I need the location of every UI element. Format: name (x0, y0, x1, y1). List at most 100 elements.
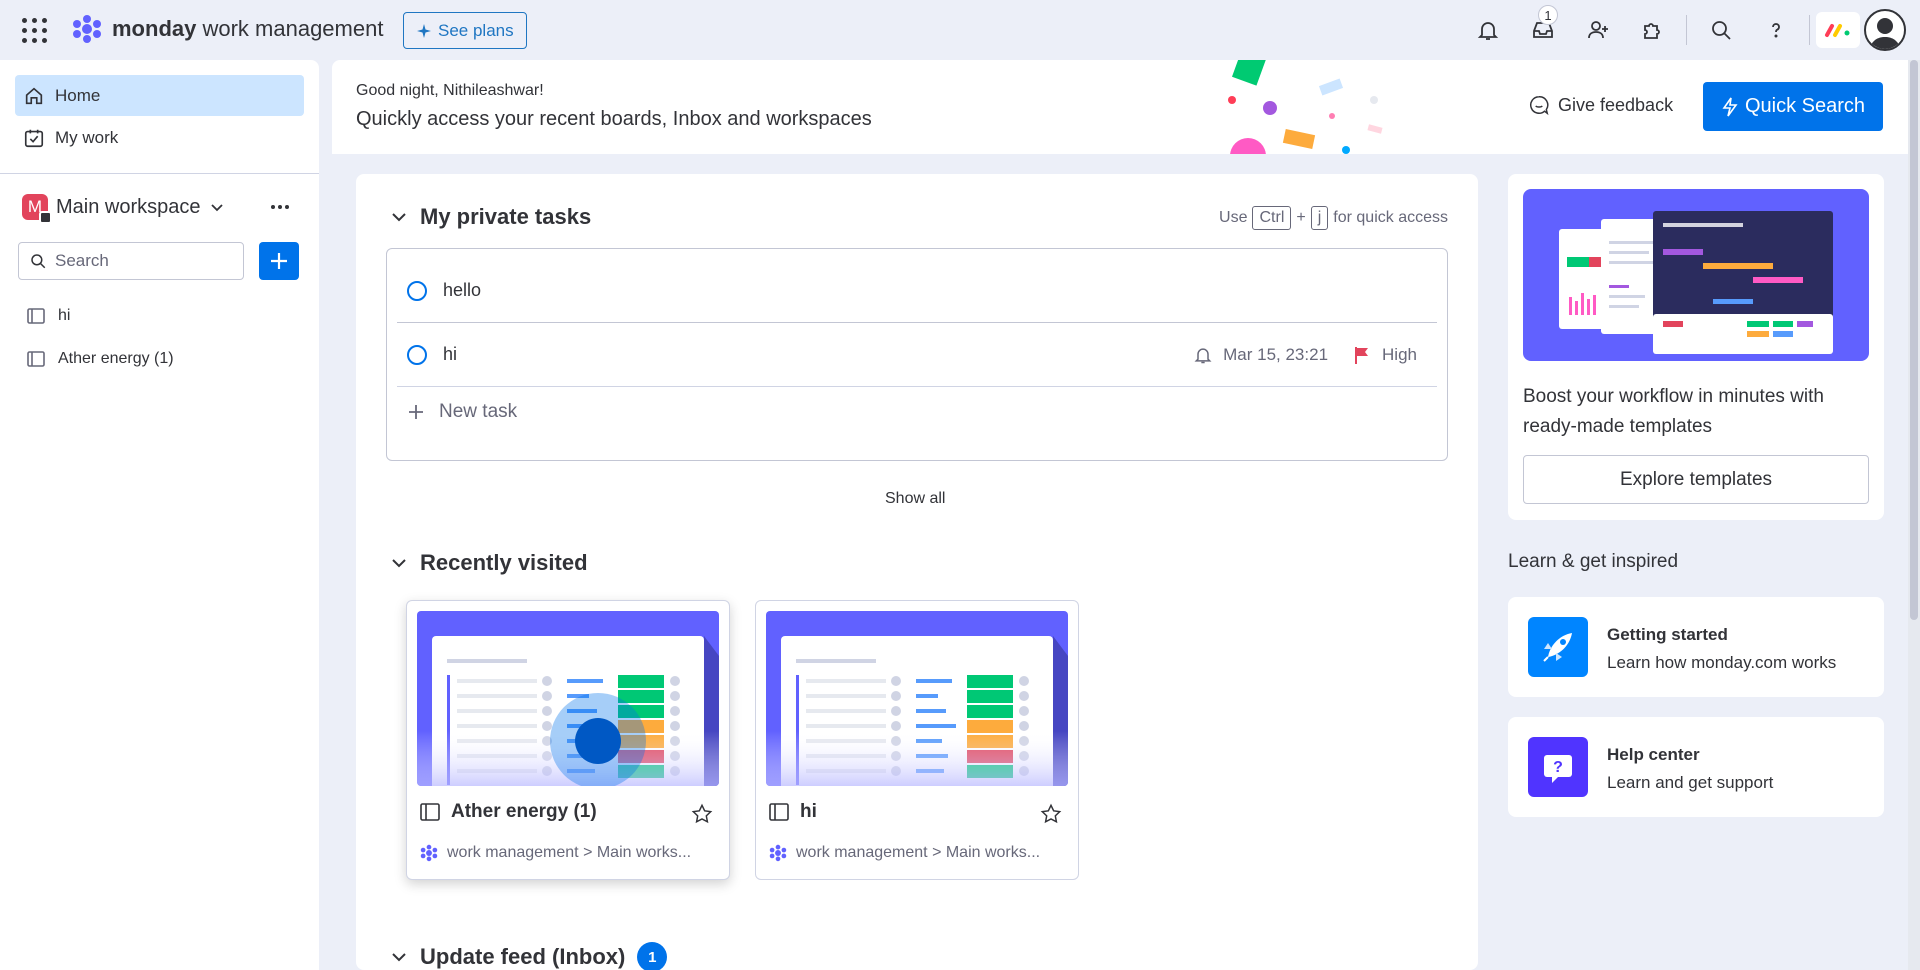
sidebar-divider (0, 173, 319, 174)
board-preview-image (417, 636, 719, 786)
learn-section-title: Learn & get inspired (1508, 551, 1679, 572)
greeting-text: Good night, Nithileashwar! (356, 82, 544, 99)
scrollbar-thumb[interactable] (1910, 60, 1918, 620)
sidebar-item-label: Home (55, 85, 101, 105)
recent-board-name: Ather energy (1) (419, 801, 597, 823)
integrations-button[interactable] (1625, 0, 1680, 60)
add-item-button[interactable] (259, 242, 299, 280)
help-button[interactable] (1748, 0, 1803, 60)
see-plans-button[interactable]: See plans (403, 12, 527, 49)
favorite-star-icon[interactable] (1040, 803, 1062, 825)
board-preview-image (766, 636, 1068, 786)
flag-icon (1355, 346, 1369, 364)
see-plans-label: See plans (438, 20, 514, 40)
chevron-down-icon (392, 559, 406, 568)
learn-card-title: Help center (1607, 745, 1700, 764)
update-feed-header[interactable]: Update feed (Inbox) 1 (390, 942, 668, 970)
sidebar: Home My work M Main workspace hi Ather e… (0, 60, 319, 970)
sidebar-item-my-work[interactable]: My work (15, 117, 304, 158)
inbox-count-badge: 1 (1538, 5, 1558, 25)
task-name: hi (443, 344, 458, 364)
kbd-j: j (1310, 206, 1329, 230)
sidebar-search (18, 242, 244, 280)
greeting-subtitle: Quickly access your recent boards, Inbox… (356, 108, 872, 130)
help-icon (1771, 23, 1780, 38)
give-feedback-label: Give feedback (1558, 94, 1674, 115)
chevron-down-icon (392, 213, 406, 222)
task-complete-checkbox[interactable] (407, 344, 427, 365)
show-all-button[interactable]: Show all (885, 490, 945, 508)
task-row[interactable]: hello (397, 259, 1437, 322)
templates-preview (1523, 189, 1869, 361)
user-avatar-icon (1869, 18, 1901, 49)
home-icon (25, 87, 43, 104)
add-user-icon (1587, 21, 1608, 39)
sidebar-board-ather-energy[interactable]: Ather energy (1) (26, 343, 174, 375)
brand-name: monday work management (112, 16, 384, 41)
recent-board-name: hi (768, 801, 817, 823)
rocket-icon (1528, 617, 1588, 677)
new-task-button[interactable]: New task (407, 401, 517, 423)
top-bar: monday work management See plans 1 (0, 0, 1920, 60)
workspace-more-button[interactable] (267, 194, 293, 220)
confetti-decoration (1228, 60, 1383, 154)
top-divider (1686, 15, 1687, 45)
svg-text:?: ? (1553, 759, 1563, 776)
sidebar-board-label: hi (58, 307, 71, 324)
brand-logo[interactable]: monday work management (70, 14, 383, 44)
sparkle-icon (417, 23, 431, 38)
puzzle-icon (1643, 23, 1660, 39)
templates-preview-image (1559, 211, 1833, 354)
inbox-button[interactable]: 1 (1515, 0, 1570, 60)
recent-board-card-hi[interactable]: hi work management > Main works... (755, 600, 1079, 880)
getting-started-card[interactable]: Getting started Learn how monday.com wor… (1508, 597, 1884, 697)
sidebar-board-hi[interactable]: hi (26, 300, 70, 332)
help-center-card[interactable]: ? Help center Learn and get support (1508, 717, 1884, 817)
top-divider-2 (1809, 15, 1810, 45)
monday-logo-icon (420, 844, 438, 862)
private-tasks-header[interactable]: My private tasks (390, 204, 591, 230)
board-icon (27, 308, 45, 324)
search-icon (1711, 21, 1731, 40)
search-button[interactable] (1693, 0, 1748, 60)
main-content-card: My private tasks Use Ctrl + j for quick … (356, 174, 1478, 970)
board-thumbnail (417, 611, 719, 786)
product-switcher-button[interactable] (1816, 12, 1860, 48)
invite-members-button[interactable] (1570, 0, 1625, 60)
task-complete-checkbox[interactable] (407, 280, 427, 301)
sidebar-item-home[interactable]: Home (15, 75, 304, 116)
update-feed-count-badge: 1 (637, 942, 668, 970)
give-feedback-button[interactable]: Give feedback (1528, 94, 1673, 116)
workspace-avatar: M (22, 194, 52, 224)
recent-board-path: work management > Main works... (419, 843, 691, 863)
recently-visited-header[interactable]: Recently visited (390, 550, 588, 576)
recent-board-card-ather-energy[interactable]: Ather energy (1) work management > Main … (406, 600, 730, 880)
quick-search-button[interactable]: Quick Search (1703, 82, 1883, 131)
plus-icon (271, 253, 287, 269)
board-icon (769, 803, 789, 821)
calendar-check-icon (24, 129, 44, 147)
monday-brand-icon (1825, 24, 1850, 37)
favorite-star-icon[interactable] (691, 803, 713, 825)
apps-grid-icon[interactable] (22, 18, 48, 44)
chevron-down-icon (392, 953, 406, 962)
feedback-smile-icon (1530, 96, 1549, 116)
notifications-button[interactable] (1460, 0, 1515, 60)
templates-description: Boost your workflow in minutes with read… (1523, 386, 1824, 437)
workspace-selector[interactable]: M Main workspace (22, 190, 225, 224)
plus-icon (409, 405, 423, 419)
user-avatar[interactable] (1864, 9, 1906, 51)
task-row[interactable]: hi Mar 15, 23:21 High (397, 323, 1437, 386)
monday-logo-icon (769, 844, 787, 862)
private-tasks-list: hello hi Mar 15, 23:21 High New task (386, 248, 1448, 461)
section-title: Recently visited (420, 550, 588, 575)
learn-card-subtitle: Learn how monday.com works (1607, 653, 1837, 672)
explore-templates-button[interactable]: Explore templates (1523, 455, 1869, 504)
monday-logo-icon (73, 15, 101, 43)
quick-access-hint: Use Ctrl + j for quick access (1219, 206, 1448, 230)
board-thumbnail (766, 611, 1068, 786)
sidebar-search-input[interactable] (55, 251, 225, 271)
page-scrollbar[interactable] (1908, 60, 1920, 970)
help-chat-icon: ? (1528, 737, 1588, 797)
task-meta: Mar 15, 23:21 High (1193, 345, 1417, 365)
